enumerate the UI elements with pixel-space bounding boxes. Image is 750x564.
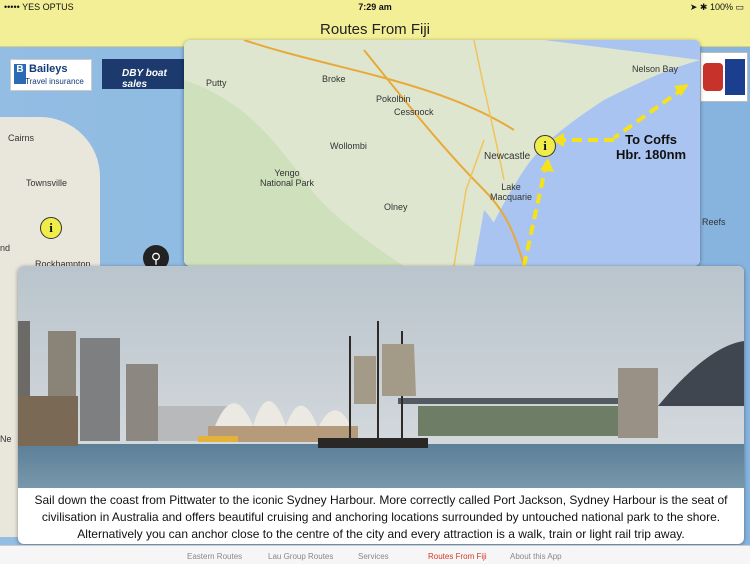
map-label-putty: Putty [206, 78, 227, 88]
battery-label: ➤ ✱ 100% ▭ [689, 2, 744, 12]
tab-bar: Eastern Routes Lau Group Routes Services… [0, 545, 750, 564]
flag-red-shape [703, 63, 723, 91]
australia-flag-banner[interactable] [700, 52, 748, 102]
sydney-harbour-photo [18, 266, 744, 488]
map-label-newcastle: Newcastle [484, 151, 531, 162]
map-label-olney: Olney [384, 202, 408, 212]
bluetooth-icon: ✱ [699, 2, 708, 12]
flag-blue-shape [725, 59, 745, 95]
baileys-name: Baileys [29, 63, 68, 75]
coffs-harbour-label: To Coffs Hbr. 180nm [616, 132, 687, 162]
info-icon[interactable]: i [40, 217, 62, 239]
baileys-sponsor-banner[interactable]: B Baileys Travel insurance [10, 59, 92, 91]
clock: 7:29 am [358, 2, 392, 12]
location-icon: ➤ [689, 2, 698, 12]
tab-eastern-routes[interactable]: Eastern Routes [187, 552, 242, 561]
dby-label: DBY boat sales [122, 68, 167, 90]
tab-routes-from-fiji[interactable]: Routes From Fiji [428, 552, 487, 561]
map-label-cessnock: Cessnock [394, 107, 434, 117]
tab-about-this-app[interactable]: About this App [510, 552, 562, 561]
place-reefs: Reefs [702, 217, 726, 227]
sydney-harbour-popup[interactable]: Sail down the coast from Pittwater to th… [18, 266, 744, 544]
map-label-broke: Broke [322, 74, 346, 84]
photo-caption: Sail down the coast from Pittwater to th… [34, 493, 728, 541]
map-label-wollombi: Wollombi [330, 141, 367, 151]
map-label-yengo: Yengo National Park [260, 168, 315, 188]
status-bar: ••••• YES OPTUS 7:29 am ➤ ✱ 100% ▭ [0, 0, 750, 14]
battery-icon: ▭ [735, 2, 744, 12]
baileys-subtitle: Travel insurance [25, 77, 84, 86]
tab-lau-group-routes[interactable]: Lau Group Routes [268, 552, 333, 561]
map-label-lake-macquarie: Lake Macquarie [490, 182, 533, 202]
place-nd: nd [0, 243, 11, 253]
page-title: Routes From Fiji [319, 21, 431, 38]
info-icon[interactable]: i [534, 135, 556, 157]
tab-services[interactable]: Services [358, 552, 389, 561]
place-cairns: Cairns [8, 133, 35, 143]
route-map-popup[interactable]: Putty Broke Pokolbin Cessnock Wollombi Y… [184, 40, 700, 266]
place-townsville: Townsville [26, 178, 68, 188]
map-label-nelson-bay: Nelson Bay [632, 64, 679, 74]
map-label-pokolbin: Pokolbin [376, 94, 411, 104]
place-ne: Ne [0, 434, 12, 444]
dby-sponsor-banner[interactable]: DBY boat sales [102, 59, 184, 90]
